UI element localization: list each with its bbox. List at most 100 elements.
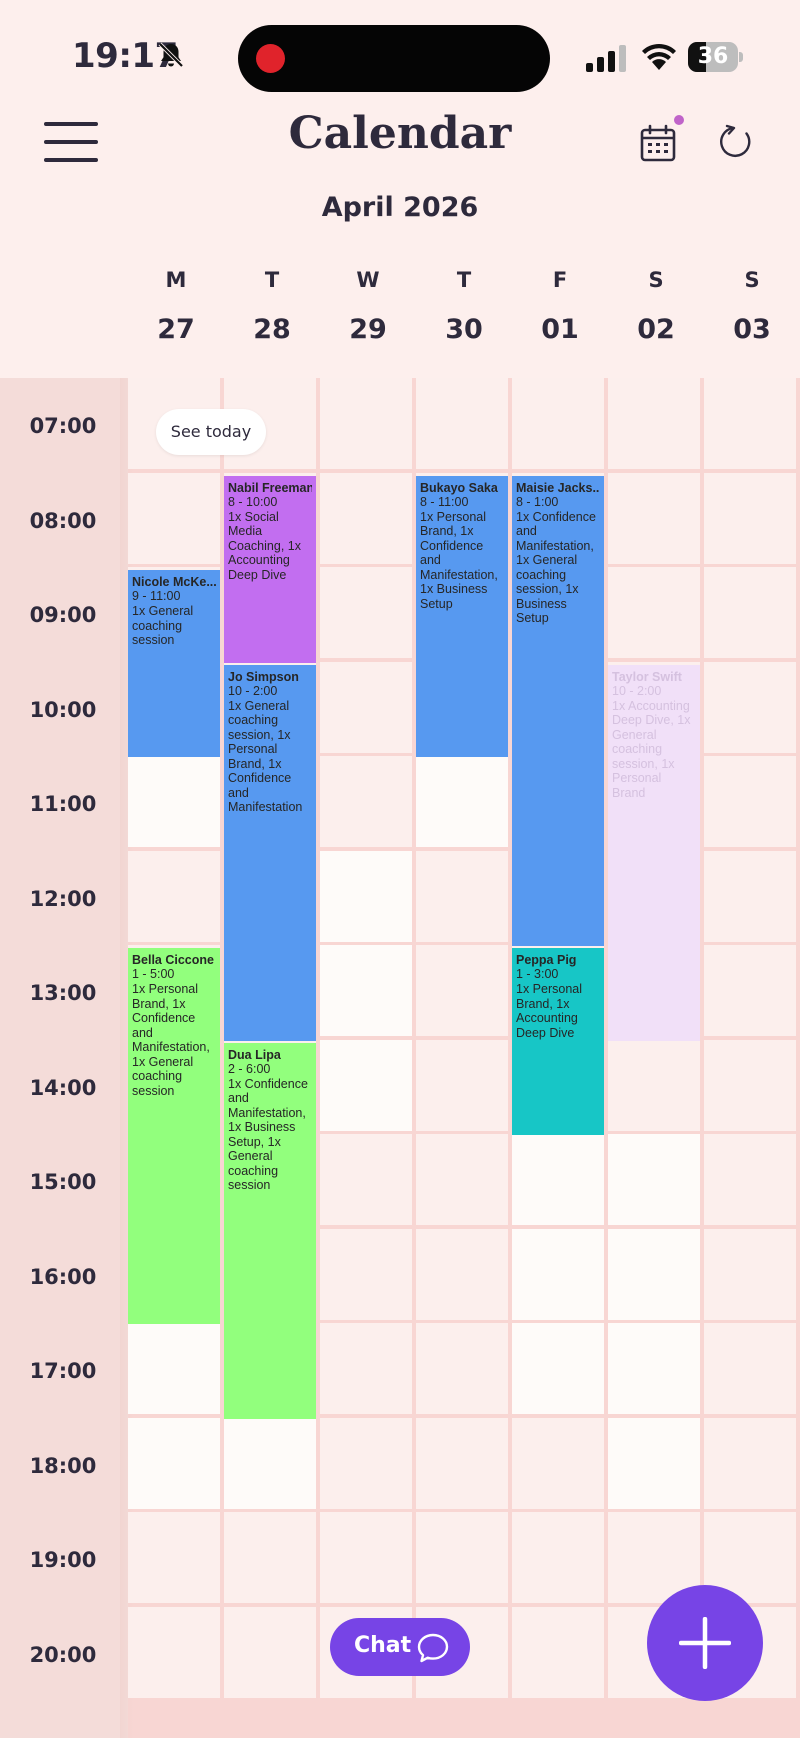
grid-cell[interactable] <box>416 1134 508 1225</box>
booking-event[interactable]: Nabil Freeman 8 - 10:00 1x Social Media Co… <box>224 475 316 663</box>
grid-cell[interactable] <box>224 1606 316 1698</box>
grid-cell[interactable] <box>128 756 220 847</box>
grid-cell[interactable] <box>512 1228 604 1320</box>
grid-cell[interactable] <box>320 1228 412 1320</box>
chat-bubble-icon <box>417 1633 449 1663</box>
grid-cell[interactable] <box>128 1512 220 1603</box>
grid-cell[interactable] <box>512 1417 604 1509</box>
grid-cell[interactable] <box>608 1323 700 1414</box>
grid-cell[interactable] <box>320 1039 412 1131</box>
day-header-0[interactable]: M 27 <box>128 248 224 378</box>
booking-event[interactable]: Bella Ciccone 1 - 5:00 1x Personal Brand, … <box>128 948 220 1324</box>
week-grid[interactable]: 07:00 08:00 09:00 10:00 11:00 12:00 13:00 14:00… <box>0 378 800 1738</box>
grid-cell[interactable] <box>416 1512 508 1603</box>
grid-cell[interactable] <box>416 756 508 847</box>
grid-cell[interactable] <box>704 1323 796 1414</box>
grid-cell[interactable] <box>512 378 604 469</box>
day-number: 02 <box>637 314 675 345</box>
calendar-icon[interactable] <box>640 124 676 162</box>
grid-cell[interactable] <box>416 1228 508 1320</box>
grid-cell[interactable] <box>416 1039 508 1131</box>
day-header-1[interactable]: T 28 <box>224 248 320 378</box>
booking-event[interactable]: Taylor Swift 10 - 2:00 1x Accounting Deep … <box>608 664 700 1041</box>
grid-cell[interactable] <box>704 1039 796 1131</box>
grid-cell[interactable] <box>128 850 220 942</box>
see-today-button[interactable]: See today <box>156 409 266 455</box>
grid-cell[interactable] <box>512 1323 604 1414</box>
grid-cell[interactable] <box>704 756 796 847</box>
event-services: 1x Personal Brand, 1x Confidence and Man… <box>420 509 498 611</box>
grid-cell[interactable] <box>320 1134 412 1225</box>
booking-event[interactable]: Dua Lipa 2 - 6:00 1x Confidence and Manife… <box>224 1042 316 1419</box>
grid-cell[interactable] <box>320 378 412 469</box>
grid-cell[interactable] <box>320 850 412 942</box>
grid-cell[interactable] <box>224 1417 316 1509</box>
booking-event[interactable]: Bukayo Saka 8 - 11:00 1x Personal Brand, 1… <box>416 475 508 757</box>
grid-cell[interactable] <box>608 472 700 564</box>
grid-cell[interactable] <box>704 945 796 1036</box>
grid-cell[interactable] <box>704 661 796 753</box>
grid-cell[interactable] <box>320 661 412 753</box>
refresh-icon[interactable] <box>716 122 756 162</box>
notification-dot <box>672 113 686 127</box>
day-header-2[interactable]: W 29 <box>320 248 416 378</box>
grid-cell[interactable] <box>128 1606 220 1698</box>
grid-cell[interactable] <box>128 472 220 564</box>
day-header-6[interactable]: S 03 <box>704 248 800 378</box>
grid-cell[interactable] <box>512 1134 604 1225</box>
bell-slash-icon <box>158 42 184 68</box>
grid-cell[interactable] <box>416 1417 508 1509</box>
grid-cell[interactable] <box>320 1512 412 1603</box>
hamburger-menu-icon <box>44 122 98 126</box>
page-title: Calendar <box>288 108 512 159</box>
grid-cell[interactable] <box>416 378 508 469</box>
hour-label: 20:00 <box>29 1642 97 1667</box>
grid-cell[interactable] <box>320 1323 412 1414</box>
grid-cell[interactable] <box>704 472 796 564</box>
grid-cell[interactable] <box>704 850 796 942</box>
grid-cell[interactable] <box>416 945 508 1036</box>
grid-cell[interactable] <box>128 1417 220 1509</box>
month-label: April 2026 <box>321 192 479 223</box>
grid-cell[interactable] <box>704 1417 796 1509</box>
grid-cell[interactable] <box>704 567 796 658</box>
day-letter: S <box>648 268 664 292</box>
grid-cell[interactable] <box>608 1039 700 1131</box>
add-booking-button[interactable] <box>647 1585 763 1701</box>
day-header-5[interactable]: S 02 <box>608 248 704 378</box>
grid-cell[interactable] <box>608 1228 700 1320</box>
grid-cell[interactable] <box>320 1417 412 1509</box>
grid-cell[interactable] <box>128 1323 220 1414</box>
grid-cell[interactable] <box>704 378 796 469</box>
booking-event[interactable]: Nicole McKe... 9 - 11:00 1x General coachi… <box>128 570 220 757</box>
grid-cell[interactable] <box>608 1417 700 1509</box>
hour-label: 07:00 <box>29 414 97 438</box>
grid-cell[interactable] <box>704 1134 796 1225</box>
cellular-signal-icon <box>586 45 626 72</box>
chat-button[interactable]: Chat <box>330 1618 470 1676</box>
grid-cell[interactable] <box>320 472 412 564</box>
grid-cell[interactable] <box>512 1606 604 1698</box>
grid-cell[interactable] <box>512 1512 604 1603</box>
grid-cell[interactable] <box>320 945 412 1036</box>
day-number: 27 <box>157 314 195 345</box>
grid-cell[interactable] <box>608 378 700 469</box>
grid-cell[interactable] <box>224 1512 316 1603</box>
status-bar: 19:17 36 <box>0 0 800 100</box>
grid-cell[interactable] <box>416 1323 508 1414</box>
day-header-4[interactable]: F 01 <box>512 248 608 378</box>
booking-event[interactable]: Peppa Pig 1 - 3:00 1x Personal Brand, 1x A… <box>512 948 604 1135</box>
chat-label: Chat <box>354 1633 412 1658</box>
grid-cell[interactable] <box>320 567 412 658</box>
event-time: 10 - 2:00 <box>612 683 662 698</box>
day-header-3[interactable]: T 30 <box>416 248 512 378</box>
menu-button[interactable] <box>44 120 100 164</box>
grid-cell[interactable] <box>416 850 508 942</box>
event-time: 10 - 2:00 <box>228 683 278 698</box>
grid-cell[interactable] <box>608 1134 700 1225</box>
booking-event[interactable]: Jo Simpson 10 - 2:00 1x General coaching s… <box>224 664 316 1041</box>
grid-cell[interactable] <box>704 1228 796 1320</box>
grid-cell[interactable] <box>608 567 700 658</box>
booking-event[interactable]: Maisie Jacks... 8 - 1:00 1x Confidence and… <box>512 475 604 946</box>
grid-cell[interactable] <box>320 756 412 847</box>
